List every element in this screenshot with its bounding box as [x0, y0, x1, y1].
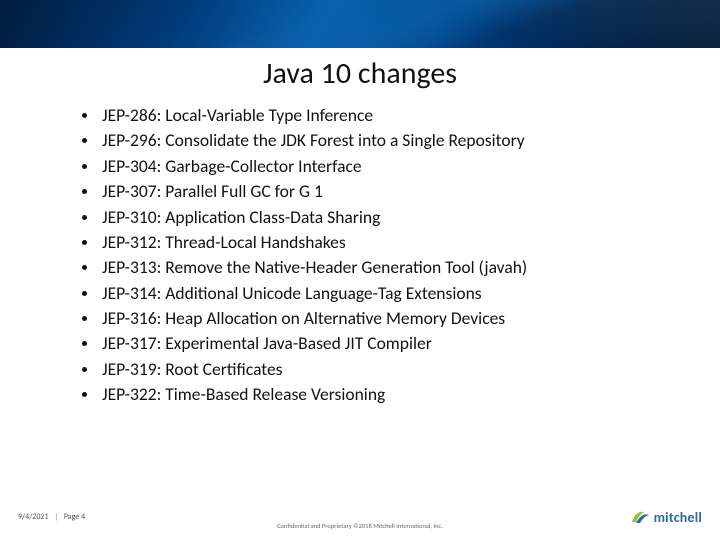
logo-text: mitchell	[654, 509, 702, 526]
footer-page: Page 4	[64, 512, 85, 522]
list-item: JEP-296: Consolidate the JDK Forest into…	[80, 128, 680, 153]
list-item: JEP-304: Garbage-Collector Interface	[80, 154, 680, 179]
footer-logo: mitchell	[630, 508, 702, 526]
bullet-list: JEP-286: Local-Variable Type Inference J…	[80, 103, 680, 408]
bullet-text: JEP-313: Remove the Native-Header Genera…	[102, 256, 527, 278]
list-item: JEP-286: Local-Variable Type Inference	[80, 103, 680, 128]
bullet-text: JEP-286: Local-Variable Type Inference	[102, 104, 373, 126]
bullet-text: JEP-310: Application Class-Data Sharing	[102, 206, 380, 228]
footer-separator: |	[54, 512, 58, 522]
bullet-text: JEP-317: Experimental Java-Based JIT Com…	[102, 332, 432, 354]
footer-left: 9/4/2021 | Page 4	[18, 512, 85, 522]
list-item: JEP-316: Heap Allocation on Alternative …	[80, 306, 680, 331]
list-item: JEP-314: Additional Unicode Language-Tag…	[80, 281, 680, 306]
list-item: JEP-313: Remove the Native-Header Genera…	[80, 255, 680, 280]
list-item: JEP-319: Root Certificates	[80, 357, 680, 382]
slide-title: Java 10 changes	[0, 55, 720, 92]
list-item: JEP-307: Parallel Full GC for G 1	[80, 179, 680, 204]
bullet-text: JEP-316: Heap Allocation on Alternative …	[102, 307, 505, 329]
bullet-text: JEP-312: Thread-Local Handshakes	[102, 231, 346, 253]
list-item: JEP-310: Application Class-Data Sharing	[80, 205, 680, 230]
bullet-text: JEP-307: Parallel Full GC for G 1	[102, 180, 323, 202]
slide: Java 10 changes JEP-286: Local-Variable …	[0, 0, 720, 540]
bullet-text: JEP-314: Additional Unicode Language-Tag…	[102, 282, 482, 304]
list-item: JEP-322: Time-Based Release Versioning	[80, 382, 680, 407]
header-band	[0, 0, 720, 48]
bullet-text: JEP-304: Garbage-Collector Interface	[102, 155, 362, 177]
logo-swoosh-icon	[630, 508, 650, 526]
bullet-text: JEP-322: Time-Based Release Versioning	[102, 383, 385, 405]
list-item: JEP-317: Experimental Java-Based JIT Com…	[80, 331, 680, 356]
bullet-text: JEP-296: Consolidate the JDK Forest into…	[102, 129, 525, 151]
footer: 9/4/2021 | Page 4 mitchell	[0, 500, 720, 540]
list-item: JEP-312: Thread-Local Handshakes	[80, 230, 680, 255]
footer-date: 9/4/2021	[18, 512, 49, 522]
bullet-text: JEP-319: Root Certificates	[102, 358, 283, 380]
